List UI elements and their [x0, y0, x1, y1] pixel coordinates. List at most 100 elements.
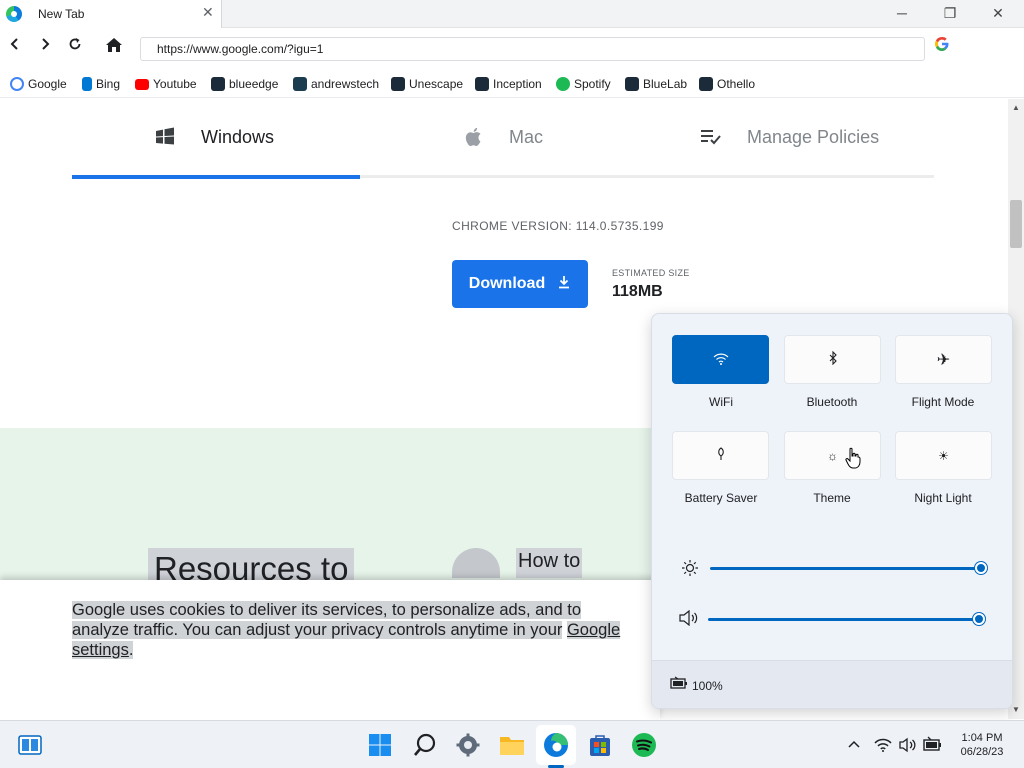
policy-list-icon [700, 129, 722, 150]
taskbar [0, 720, 1024, 768]
tab-windows[interactable]: Windows [201, 127, 274, 148]
apple-icon [464, 126, 482, 153]
volume-slider[interactable] [708, 618, 980, 621]
scroll-up-icon[interactable]: ▲ [1012, 103, 1020, 112]
volume-icon[interactable] [679, 609, 699, 631]
wifi-icon [713, 352, 729, 368]
cookie-text: Google uses cookies to deliver its servi… [72, 601, 621, 659]
wifi-label: WiFi [709, 395, 733, 409]
volume-slider-thumb[interactable] [973, 613, 985, 625]
flight-mode-label: Flight Mode [911, 395, 975, 409]
tray-volume-icon[interactable] [899, 737, 917, 758]
title-bar: New Tab ✕ ─ ❐ ✕ [0, 0, 1024, 28]
bluetooth-toggle[interactable] [784, 335, 881, 384]
edge-icon[interactable] [543, 732, 569, 758]
estimated-size-label: ESTIMATED SIZE [612, 268, 690, 278]
minimize-button[interactable]: ─ [892, 3, 912, 23]
bookmark-unescape[interactable]: Unescape [391, 76, 463, 92]
tray-clock[interactable]: 1:04 PM 06/28/23 [950, 731, 1014, 759]
night-light-toggle[interactable]: ☀ [895, 431, 992, 480]
spotify-icon [556, 77, 570, 91]
tab-manage-policies[interactable]: Manage Policies [747, 127, 879, 148]
back-icon[interactable] [5, 37, 25, 57]
bookmark-andrewstech[interactable]: andrewstech [293, 76, 379, 92]
estimated-size-value: 118MB [612, 283, 663, 300]
react-icon [211, 77, 225, 91]
brightness-icon [681, 559, 699, 582]
forward-icon[interactable] [35, 37, 55, 57]
cookie-banner: Google uses cookies to deliver its servi… [0, 580, 660, 719]
bookmarks-bar: Google Bing Youtube blueedge andrewstech… [0, 70, 1024, 98]
bookmark-blueedge[interactable]: blueedge [211, 76, 278, 92]
settings-icon[interactable] [455, 732, 481, 758]
brightness-slider[interactable] [710, 567, 982, 570]
google-icon [10, 77, 24, 91]
restore-button[interactable]: ❐ [940, 3, 960, 23]
theme-icon: ☼ [827, 448, 838, 463]
search-icon[interactable] [412, 732, 438, 758]
battery-saver-icon [716, 447, 726, 464]
tray-battery-icon[interactable] [923, 736, 943, 757]
battery-saver-label: Battery Saver [684, 491, 758, 505]
brightness-slider-thumb[interactable] [975, 562, 987, 574]
scrollbar-thumb[interactable] [1010, 200, 1022, 248]
hand-cursor-icon [845, 447, 861, 474]
clock-time: 1:04 PM [961, 732, 1003, 744]
bookmark-spotify[interactable]: Spotify [556, 76, 611, 92]
download-icon [557, 275, 571, 294]
windows-icon [155, 127, 175, 152]
browser-tab[interactable]: New Tab ✕ [0, 0, 222, 28]
address-bar[interactable]: https://www.google.com/?igu=1 [140, 37, 925, 61]
howto-heading: How to [516, 548, 583, 578]
bluetooth-label: Bluetooth [806, 395, 858, 409]
theme-toggle[interactable]: ☼ [784, 431, 881, 480]
tray-chevron-up-icon[interactable] [848, 738, 860, 752]
clock-date: 06/28/23 [960, 746, 1004, 758]
resources-heading: Resources to [148, 548, 355, 580]
google-icon[interactable] [934, 36, 950, 56]
tab-close-icon[interactable]: ✕ [202, 4, 214, 21]
navigation-bar: https://www.google.com/?igu=1 [0, 28, 1024, 68]
reload-icon[interactable] [65, 37, 85, 57]
battery-icon [670, 676, 688, 695]
spotify-icon[interactable] [631, 732, 657, 758]
active-tab-indicator [72, 175, 360, 179]
window-close-button[interactable]: ✕ [988, 3, 1008, 23]
url-text: https://www.google.com/?igu=1 [157, 42, 324, 56]
react-icon [391, 77, 405, 91]
bookmark-bluelab[interactable]: BlueLab [625, 76, 687, 92]
edge-icon [6, 6, 22, 22]
bookmark-google[interactable]: Google [10, 76, 67, 92]
bluetooth-icon [828, 350, 838, 368]
youtube-icon [135, 78, 149, 90]
andrewstech-icon [293, 77, 307, 91]
night-light-icon: ☀ [938, 448, 949, 463]
file-explorer-icon[interactable] [499, 732, 525, 758]
bookmark-bing[interactable]: Bing [82, 76, 120, 92]
flight-mode-toggle[interactable]: ✈ [895, 335, 992, 384]
quick-settings-panel: WiFi Bluetooth ✈ Flight Mode Battery Sav… [651, 313, 1013, 709]
windows-start-icon[interactable] [367, 732, 393, 758]
battery-saver-toggle[interactable] [672, 431, 769, 480]
bing-icon [82, 77, 92, 91]
react-icon [625, 77, 639, 91]
chrome-version: CHROME VERSION: 114.0.5735.199 [452, 219, 664, 233]
tray-wifi-icon[interactable] [874, 738, 892, 757]
wifi-toggle[interactable] [672, 335, 769, 384]
store-icon[interactable] [587, 732, 613, 758]
bookmark-othello[interactable]: Othello [699, 76, 755, 92]
download-button[interactable]: Download [452, 260, 588, 308]
widgets-icon[interactable] [17, 732, 43, 758]
tab-title: New Tab [38, 7, 85, 21]
bookmark-youtube[interactable]: Youtube [135, 76, 197, 92]
react-icon [475, 77, 489, 91]
night-light-label: Night Light [914, 491, 972, 505]
download-label: Download [468, 275, 546, 292]
tab-mac[interactable]: Mac [509, 127, 543, 148]
airplane-icon: ✈ [936, 351, 951, 369]
quick-settings-footer: 100% [652, 660, 1012, 708]
theme-label: Theme [813, 491, 851, 505]
home-icon[interactable] [104, 37, 124, 57]
scroll-down-icon[interactable]: ▼ [1012, 705, 1020, 714]
bookmark-inception[interactable]: Inception [475, 76, 542, 92]
